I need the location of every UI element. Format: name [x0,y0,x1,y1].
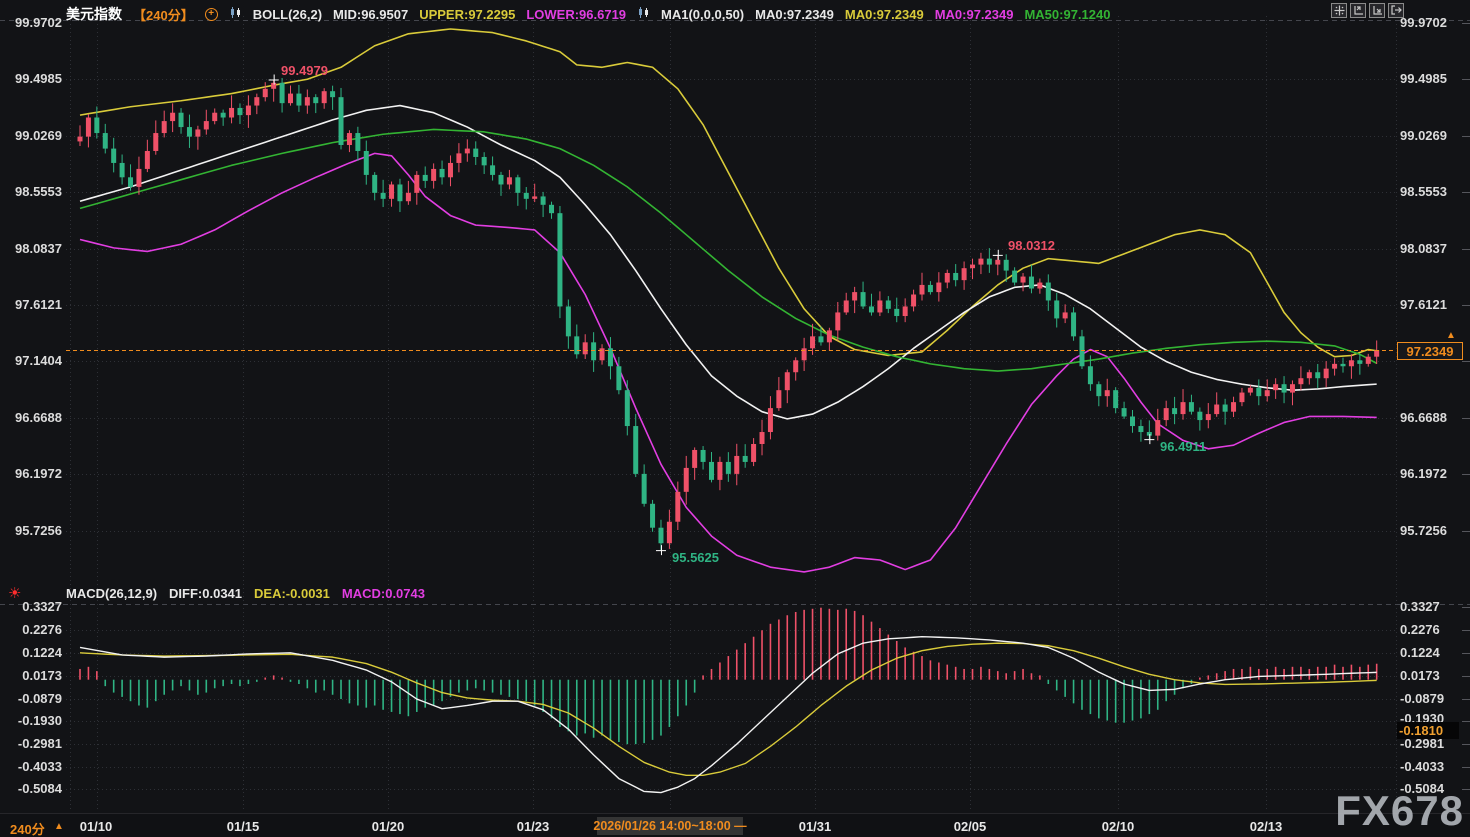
macd-axis-label: 0.1224 [0,645,62,661]
current-price-box: 97.2349 [1397,342,1463,360]
price-axis-label: 95.7256 [0,523,62,539]
macd-axis-label: 0.0173 [1400,668,1470,684]
macd-axis-label: -0.5084 [0,781,62,797]
price-axis-label: 99.9702 [0,15,62,31]
macd-axis-label: 0.2276 [0,622,62,638]
chart-canvas[interactable] [0,0,1470,837]
boll-mid-value: MID:96.9507 [333,7,408,22]
macd-axis-label: 0.3327 [1400,599,1470,615]
price-axis-label: 98.0837 [0,241,62,257]
x-axis-scale-icon[interactable] [1369,3,1385,18]
price-axis-label: 98.5553 [0,184,62,200]
timeframe-selector[interactable]: 240分 [10,819,45,837]
date-label: 01/31 [799,819,832,834]
macd-axis-label: -0.1930 [0,713,62,729]
y-axis-scale-icon[interactable] [1350,3,1366,18]
macd-axis-label: -0.4033 [0,759,62,775]
price-axis-label: 97.1404 [0,353,62,369]
price-axis-label: 97.6121 [0,297,62,313]
price-axis-label: 99.0269 [0,128,62,144]
period-label[interactable]: 【240分】 [133,5,194,24]
macd-dea-value: DEA:-0.0031 [254,586,330,601]
low-annotation: 95.5625 [672,550,719,565]
macd-diff-value: DIFF:0.0341 [169,586,242,601]
boll-upper-value: UPPER:97.2295 [419,7,515,22]
symbol-name[interactable]: 美元指数 [66,4,122,24]
ma0-magenta-value: MA0:97.2349 [935,7,1014,22]
exit-fullscreen-icon[interactable] [1388,3,1404,18]
macd-axis-label: -0.0879 [0,691,62,707]
date-label: 01/15 [227,819,260,834]
price-up-arrow-icon: ▲ [1446,330,1456,341]
price-axis-label: 99.0269 [1400,128,1470,144]
ma-name[interactable]: MA1(0,0,0,50) [661,7,744,22]
trading-chart-window: 美元指数 【240分】 + BOLL(26,2) MID:96.9507 UPP… [0,0,1470,837]
ma0-yellow-value: MA0:97.2349 [845,7,924,22]
macd-alert-icon[interactable]: ☀ [8,586,21,601]
price-axis-label: 96.1972 [0,466,62,482]
date-label: 01/10 [80,819,113,834]
indicator-header: 美元指数 【240分】 + BOLL(26,2) MID:96.9507 UPP… [66,4,1110,24]
price-axis-label: 96.6688 [1400,410,1470,426]
boll-lower-value: LOWER:96.6719 [526,7,626,22]
date-label: 01/20 [372,819,405,834]
macd-name[interactable]: MACD(26,12,9) [66,586,157,601]
macd-axis-label: 0.2276 [1400,622,1470,638]
fx678-watermark: FX678 [1335,787,1464,835]
ma50-value: MA50:97.1240 [1024,7,1110,22]
date-label: 02/13 [1250,819,1283,834]
macd-header: MACD(26,12,9) DIFF:0.0341 DEA:-0.0031 MA… [66,586,425,601]
high-annotation: 98.0312 [1008,238,1055,253]
ma0-white-value: MA0:97.2349 [755,7,834,22]
date-label: 02/05 [954,819,987,834]
candlestick-icon [637,6,650,22]
boll-name[interactable]: BOLL(26,2) [253,7,322,22]
macd-axis-label: -0.4033 [1400,759,1470,775]
chart-toolbar [1331,3,1404,18]
timeframe-up-arrow-icon: ▲ [54,821,64,832]
macd-axis-label: 0.1224 [1400,645,1470,661]
low-annotation: 96.4911 [1160,439,1206,454]
macd-axis-label: 0.0173 [0,668,62,684]
date-label: 02/10 [1102,819,1135,834]
pan-tool-icon[interactable] [1331,3,1347,18]
price-axis-label: 99.4985 [1400,71,1470,87]
price-axis-label: 97.6121 [1400,297,1470,313]
date-axis[interactable]: 240分 ▲ 01/10 01/15 01/20 01/23 2026/01/2… [0,813,1470,837]
macd-axis-label: -0.0879 [1400,691,1470,707]
selected-candle-time: 2026/01/26 14:00~18:00 — [597,817,743,835]
high-annotation: 99.4979 [281,63,328,78]
macd-axis-label: -0.2981 [0,736,62,752]
price-axis-label: 95.7256 [1400,523,1470,539]
price-axis-label: 98.5553 [1400,184,1470,200]
price-axis-label: 96.6688 [0,410,62,426]
price-axis-label: 99.4985 [0,71,62,87]
candlestick-icon [229,6,242,22]
price-axis-label: 99.9702 [1400,15,1470,31]
price-axis-label: 96.1972 [1400,466,1470,482]
date-label: 01/23 [517,819,550,834]
macd-macd-value: MACD:0.0743 [342,586,425,601]
add-indicator-icon[interactable]: + [205,8,218,21]
price-axis-label: 98.0837 [1400,241,1470,257]
macd-current-value-box: -0.1810 [1397,722,1459,739]
